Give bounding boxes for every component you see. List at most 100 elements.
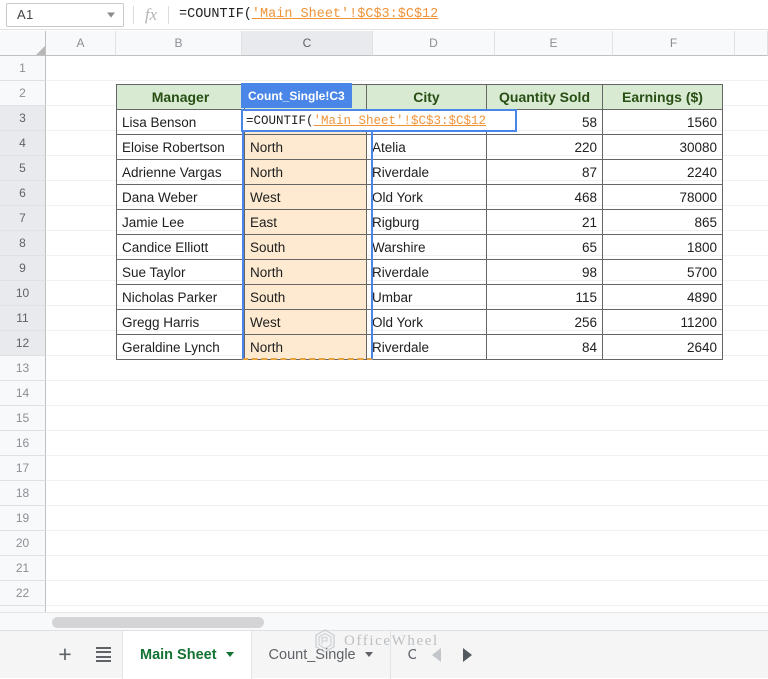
cell-region[interactable]: North [244,334,367,360]
row-header-17[interactable]: 17 [0,456,46,481]
all-sheets-menu-icon[interactable] [84,631,122,679]
cell-manager[interactable]: Jamie Lee [116,209,245,235]
row-header-12[interactable]: 12 [0,331,46,356]
cell-earnings[interactable]: 78000 [602,184,723,210]
row-header-2[interactable]: 2 [0,81,46,106]
cell-manager[interactable]: Eloise Robertson [116,134,245,160]
row-header-11[interactable]: 11 [0,306,46,331]
horizontal-scrollbar[interactable] [0,612,768,630]
table-row: Geraldine Lynch North Riverdale 84 2640 [116,334,723,360]
cell-region[interactable]: East [244,209,367,235]
cell-earnings[interactable]: 1800 [602,234,723,260]
cell-editor[interactable]: =COUNTIF('Main Sheet'!$C$3:$C$12 [241,109,517,132]
cell-manager[interactable]: Nicholas Parker [116,284,245,310]
sheet-tab-count-single[interactable]: Count_Single [250,630,390,679]
cell-region[interactable]: South [244,234,367,260]
cell-city[interactable]: Riverdale [366,259,487,285]
cell-quantity[interactable]: 256 [486,309,603,335]
spreadsheet-grid[interactable]: Manager Region City Quantity Sold Earnin… [46,56,768,612]
function-fx-icon[interactable]: fx [134,5,168,25]
cell-quantity[interactable]: 84 [486,334,603,360]
cell-manager[interactable]: Sue Taylor [116,259,245,285]
sheet-tab-main-sheet[interactable]: Main Sheet [122,630,251,679]
column-header-b[interactable]: B [116,31,242,56]
column-title-city[interactable]: City [366,84,487,110]
row-header-5[interactable]: 5 [0,156,46,181]
column-header-e[interactable]: E [495,31,613,56]
cell-manager[interactable]: Candice Elliott [116,234,245,260]
cell-city[interactable]: Umbar [366,284,487,310]
grid-line [46,555,768,556]
row-header-7[interactable]: 7 [0,206,46,231]
formula-input[interactable]: =COUNTIF('Main Sheet'!$C$3:$C$12 [179,7,768,22]
sheet-tab-co[interactable]: Co [389,630,416,679]
row-header-18[interactable]: 18 [0,481,46,506]
cell-earnings[interactable]: 2640 [602,334,723,360]
cell-region[interactable]: West [244,309,367,335]
cell-earnings[interactable]: 11200 [602,309,723,335]
column-header-c[interactable]: C [242,31,373,56]
row-header-8[interactable]: 8 [0,231,46,256]
row-header-15[interactable]: 15 [0,406,46,431]
column-header-g[interactable] [735,31,768,56]
cell-manager[interactable]: Adrienne Vargas [116,159,245,185]
row-header-1[interactable]: 1 [0,56,46,81]
chevron-down-icon[interactable] [225,652,234,657]
cell-earnings[interactable]: 1560 [602,109,723,135]
row-header-14[interactable]: 14 [0,381,46,406]
row-header-9[interactable]: 9 [0,256,46,281]
row-header-10[interactable]: 10 [0,281,46,306]
row-header-3[interactable]: 3 [0,106,46,131]
chevron-down-icon[interactable] [364,652,373,657]
cell-earnings[interactable]: 4890 [602,284,723,310]
row-header-20[interactable]: 20 [0,531,46,556]
previous-sheet-arrow-icon[interactable] [431,647,441,662]
row-header-16[interactable]: 16 [0,431,46,456]
cell-city[interactable]: Riverdale [366,159,487,185]
column-header-f[interactable]: F [613,31,735,56]
cell-city[interactable]: Old York [366,309,487,335]
horizontal-scrollbar-thumb[interactable] [52,617,264,628]
cell-quantity[interactable]: 220 [486,134,603,160]
column-header-a[interactable]: A [46,31,116,56]
select-all-corner[interactable] [0,31,46,56]
chevron-down-icon[interactable] [107,12,115,17]
cell-manager[interactable]: Lisa Benson [116,109,245,135]
column-title-quantity-sold[interactable]: Quantity Sold [486,84,603,110]
cell-earnings[interactable]: 865 [602,209,723,235]
row-header-13[interactable]: 13 [0,356,46,381]
cell-city[interactable]: Rigburg [366,209,487,235]
row-header-21[interactable]: 21 [0,556,46,581]
row-header-22[interactable]: 22 [0,581,46,606]
cell-city[interactable]: Riverdale [366,334,487,360]
cell-region[interactable]: West [244,184,367,210]
row-header-4[interactable]: 4 [0,131,46,156]
column-header-d[interactable]: D [373,31,495,56]
cell-region[interactable]: South [244,284,367,310]
cell-region[interactable]: North [244,134,367,160]
cell-earnings[interactable]: 30080 [602,134,723,160]
cell-quantity[interactable]: 115 [486,284,603,310]
cell-city[interactable]: Warshire [366,234,487,260]
cell-region[interactable]: North [244,259,367,285]
row-header-6[interactable]: 6 [0,181,46,206]
cell-manager[interactable]: Gregg Harris [116,309,245,335]
cell-quantity[interactable]: 21 [486,209,603,235]
cell-quantity[interactable]: 468 [486,184,603,210]
column-title-manager[interactable]: Manager [116,84,245,110]
cell-quantity[interactable]: 65 [486,234,603,260]
cell-quantity[interactable]: 98 [486,259,603,285]
add-sheet-button[interactable]: + [46,631,84,679]
cell-manager[interactable]: Dana Weber [116,184,245,210]
row-header-19[interactable]: 19 [0,506,46,531]
cell-earnings[interactable]: 2240 [602,159,723,185]
cell-region[interactable]: North [244,159,367,185]
column-title-earnings[interactable]: Earnings ($) [602,84,723,110]
cell-city[interactable]: Atelia [366,134,487,160]
cell-manager[interactable]: Geraldine Lynch [116,334,245,360]
cell-city[interactable]: Old York [366,184,487,210]
cell-quantity[interactable]: 87 [486,159,603,185]
next-sheet-arrow-icon[interactable] [462,647,472,662]
name-box[interactable]: A1 [6,2,124,27]
cell-earnings[interactable]: 5700 [602,259,723,285]
